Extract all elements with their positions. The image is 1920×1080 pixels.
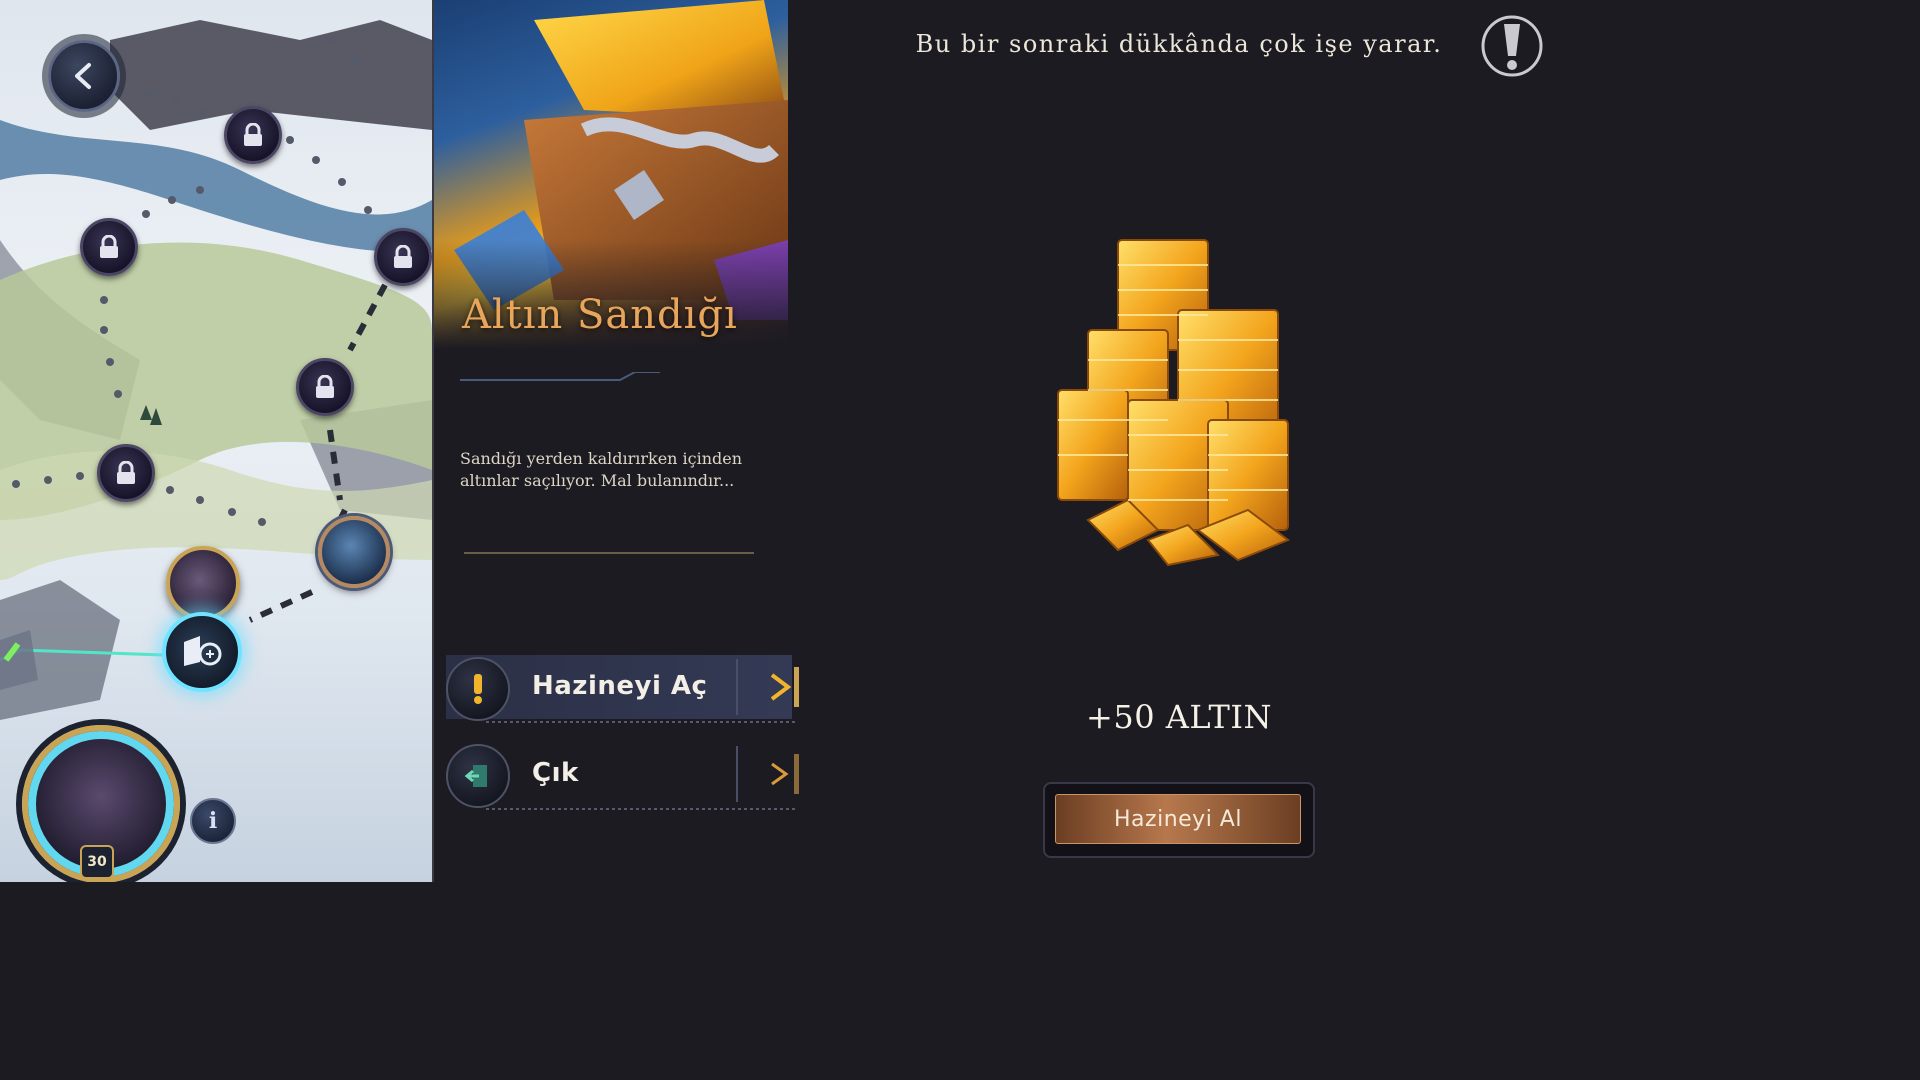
- chevron-left-icon: [75, 63, 91, 89]
- locked-node[interactable]: [224, 106, 282, 164]
- open-treasure-option[interactable]: Hazineyi Aç: [446, 655, 799, 723]
- locked-node[interactable]: [296, 358, 354, 416]
- lock-icon: [100, 235, 118, 258]
- player-level-badge: 30: [80, 845, 114, 879]
- locked-node[interactable]: [97, 444, 155, 502]
- event-title: Altın Sandığı: [462, 292, 738, 338]
- lock-icon: [394, 245, 412, 268]
- exclamation-icon: [446, 657, 510, 721]
- locked-node[interactable]: [80, 218, 138, 276]
- lock-icon: [316, 375, 334, 398]
- lock-icon: [117, 461, 135, 484]
- exit-option[interactable]: Çık: [446, 742, 799, 810]
- option-label: Hazineyi Aç: [532, 671, 708, 701]
- option-divider: [486, 721, 796, 723]
- event-panel: Altın Sandığı Sandığı yerden kaldırırken…: [434, 0, 799, 882]
- divider: [464, 552, 754, 554]
- alert-icon[interactable]: [1480, 14, 1544, 78]
- gold-pile-icon: [1057, 239, 1291, 567]
- take-treasure-button[interactable]: Hazineyi Al: [1055, 794, 1301, 844]
- event-description: Sandığı yerden kaldırırken içinden altın…: [460, 449, 743, 490]
- exit-door-icon: [446, 744, 510, 808]
- locked-node[interactable]: [374, 228, 432, 286]
- adventure-map[interactable]: 30 i: [0, 0, 434, 882]
- tip-text: Bu bir sonraki dükkânda çok işe yarar.: [915, 30, 1443, 58]
- back-button[interactable]: [48, 40, 120, 112]
- reward-panel: Bu bir sonraki dükkânda çok işe yarar. +…: [790, 0, 1568, 882]
- option-separator: [736, 746, 738, 802]
- option-separator: [736, 659, 738, 715]
- enemy-encounter-node[interactable]: [318, 516, 390, 588]
- reward-amount: +50 ALTIN: [1086, 698, 1272, 736]
- treasure-event-icon: [184, 636, 222, 666]
- option-divider: [486, 808, 796, 810]
- option-label: Çık: [532, 758, 579, 788]
- hero-marker: [166, 546, 240, 620]
- current-location-node[interactable]: [162, 612, 242, 692]
- take-treasure-frame: Hazineyi Al: [1043, 782, 1315, 858]
- info-button[interactable]: i: [190, 798, 236, 844]
- lock-icon: [244, 123, 262, 146]
- title-underline: [460, 372, 660, 381]
